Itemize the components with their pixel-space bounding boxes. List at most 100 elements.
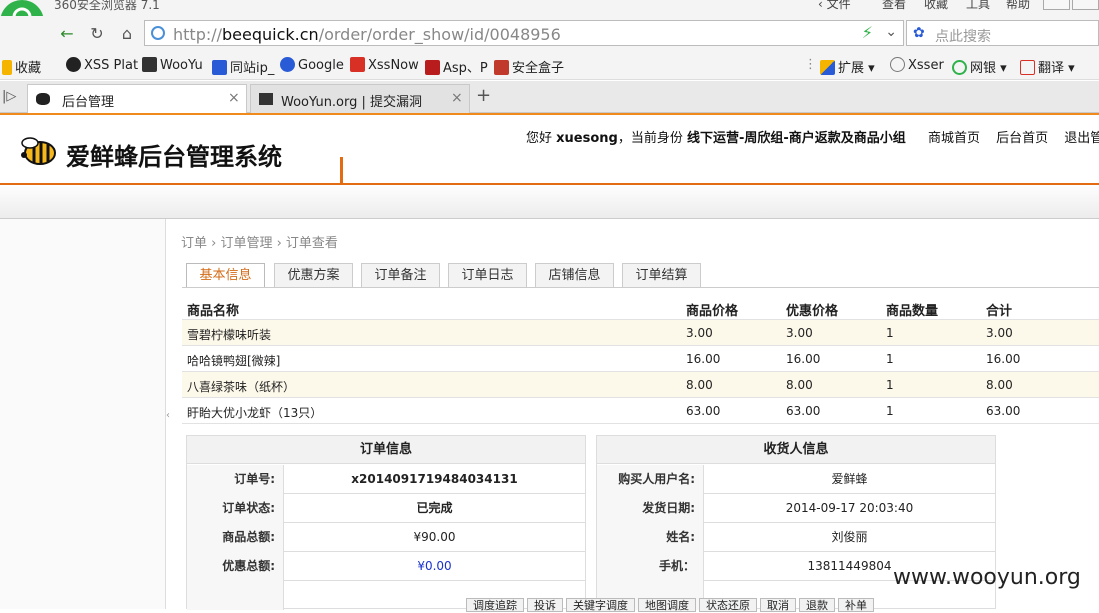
nav-mall-home[interactable]: 商城首页 bbox=[928, 131, 980, 146]
tab-discount-plan[interactable]: 优惠方案 bbox=[274, 263, 353, 287]
bookmark-asp[interactable]: Asp、P bbox=[425, 57, 488, 76]
tab-shop-info[interactable]: 店铺信息 bbox=[535, 263, 614, 287]
xss-icon bbox=[350, 57, 365, 72]
tab-order-notes[interactable]: 订单备注 bbox=[361, 263, 440, 287]
ship-date-label: 发货日期: bbox=[597, 494, 704, 523]
discount-price: 3.00 bbox=[786, 326, 813, 340]
buyer-username-label: 购买人用户名: bbox=[597, 465, 704, 494]
discount-total-label: 优惠总额: bbox=[187, 552, 284, 581]
name-value: 刘俊丽 bbox=[831, 530, 868, 544]
left-sidebar bbox=[0, 219, 166, 609]
info-row: 优惠总额: ¥0.00 bbox=[187, 552, 585, 581]
menu-tools[interactable]: 工具 bbox=[966, 0, 990, 12]
complaint-button[interactable]: 投诉 bbox=[527, 598, 563, 612]
search-placeholder[interactable]: 点此搜索 bbox=[935, 26, 991, 46]
xsser-button[interactable]: Xsser bbox=[890, 57, 944, 73]
tab-order-settlement[interactable]: 订单结算 bbox=[622, 263, 701, 287]
user-role: 线下运营-周欣组-商户返款及商品小组 bbox=[687, 131, 906, 146]
toolbar-divider: ⋮ bbox=[804, 57, 817, 72]
info-row: 订单状态: 已完成 bbox=[187, 494, 585, 523]
refresh-icon[interactable]: ↻ bbox=[86, 24, 108, 44]
bank-button[interactable]: 网银 ▾ bbox=[952, 57, 1007, 76]
bookmarks-bar: 收藏 XSS Plat WooYu 同站ip_ Google XssNow As… bbox=[0, 50, 1099, 80]
product-price: 8.00 bbox=[686, 378, 713, 392]
watermark: www.wooyun.org bbox=[893, 565, 1081, 590]
col-total: 合计 bbox=[986, 304, 1013, 319]
line-total: 8.00 bbox=[986, 378, 1013, 392]
quantity: 1 bbox=[886, 378, 894, 392]
baidu-paw-icon[interactable]: ✿ bbox=[913, 25, 929, 41]
order-info-panel: 订单信息 订单号: x2014091719484034131 订单状态: 已完成 商… bbox=[186, 435, 586, 610]
browser-title: 360安全浏览器 7.1 bbox=[54, 0, 160, 12]
reissue-order-button[interactable]: 补单 bbox=[838, 598, 874, 612]
menu-favorites[interactable]: 收藏 bbox=[924, 0, 948, 12]
nav-admin-home[interactable]: 后台首页 bbox=[996, 131, 1048, 146]
home-icon[interactable]: ⌂ bbox=[116, 24, 138, 44]
shield-icon bbox=[494, 60, 509, 75]
tab-admin-label: 后台管理 bbox=[62, 95, 115, 110]
new-tab-button[interactable]: + bbox=[476, 85, 491, 106]
tab-admin[interactable]: 后台管理 × bbox=[27, 84, 247, 114]
table-row: 哈哈镜鸭翅[微辣] 16.00 16.00 1 16.00 bbox=[182, 346, 1099, 372]
bookmark-wooyun[interactable]: WooYu bbox=[142, 57, 203, 73]
dispatch-track-button[interactable]: 调度追踪 bbox=[466, 598, 524, 612]
phone-label: 手机： bbox=[597, 552, 704, 581]
product-price: 3.00 bbox=[686, 326, 713, 340]
collapse-sidebar-icon[interactable]: ‹ bbox=[166, 410, 172, 432]
cancel-button[interactable]: 取消 bbox=[760, 598, 796, 612]
map-dispatch-button[interactable]: 地图调度 bbox=[638, 598, 696, 612]
menu-file[interactable]: ‹ 文件 bbox=[818, 0, 851, 12]
username: xuesong bbox=[556, 131, 618, 146]
grid-icon bbox=[820, 60, 835, 75]
discount-price: 63.00 bbox=[786, 404, 821, 418]
bookmark-favorites[interactable]: 收藏 bbox=[2, 57, 41, 76]
product-name: 八喜绿茶味（纸杯） bbox=[187, 380, 296, 394]
site-logo-text: 爱鲜蜂后台管理系统 bbox=[66, 143, 282, 171]
product-name: 哈哈镜鸭翅[微辣] bbox=[187, 354, 281, 368]
nav-logout[interactable]: 退出管理 bbox=[1064, 131, 1099, 146]
action-button-row: 调度追踪 投诉 关键字调度 地图调度 状态还原 取消 退款 补单 bbox=[466, 598, 874, 612]
bookmark-google[interactable]: Google bbox=[280, 57, 344, 73]
minimize-button[interactable] bbox=[1043, 0, 1070, 10]
menu-help[interactable]: 帮助 bbox=[1006, 0, 1030, 12]
globe-icon bbox=[151, 26, 165, 40]
close-icon[interactable]: × bbox=[228, 90, 240, 106]
greeting: 您好 bbox=[526, 131, 553, 146]
tab-order-log[interactable]: 订单日志 bbox=[448, 263, 527, 287]
col-product-name: 商品名称 bbox=[187, 304, 240, 319]
lightning-icon[interactable]: ⚡ bbox=[862, 23, 873, 42]
header-divider bbox=[340, 157, 343, 185]
discount-price: 8.00 bbox=[786, 378, 813, 392]
chevron-down-icon[interactable]: ⌄ bbox=[885, 24, 897, 40]
tab-basic-info[interactable]: 基本信息 bbox=[186, 263, 265, 287]
maximize-button[interactable] bbox=[1072, 0, 1099, 10]
address-bar[interactable]: http://beequick.cn/order/order_show/id/0… bbox=[144, 20, 904, 46]
bookmark-same-ip[interactable]: 同站ip_ bbox=[212, 57, 274, 76]
info-row: 姓名: 刘俊丽 bbox=[597, 523, 995, 552]
wooyun-icon bbox=[259, 93, 273, 105]
refund-button[interactable]: 退款 bbox=[799, 598, 835, 612]
line-total: 3.00 bbox=[986, 326, 1013, 340]
menu-view[interactable]: 查看 bbox=[882, 0, 906, 12]
search-box[interactable]: ✿ 点此搜索 bbox=[906, 20, 1099, 46]
quantity: 1 bbox=[886, 326, 894, 340]
tab-wooyun[interactable]: WooYun.org | 提交漏洞 × bbox=[250, 84, 470, 113]
bookmark-xss-plat[interactable]: XSS Plat bbox=[66, 57, 138, 73]
sub-navigation-bar bbox=[0, 187, 1099, 219]
sidebar-toggle-icon[interactable]: |▷ bbox=[2, 89, 16, 104]
url-text[interactable]: http://beequick.cn/order/order_show/id/0… bbox=[173, 25, 561, 44]
tab-wooyun-label: WooYun.org | 提交漏洞 bbox=[281, 95, 423, 110]
bookmark-xssnow[interactable]: XssNow bbox=[350, 57, 419, 73]
star-icon bbox=[2, 60, 12, 75]
window-controls[interactable] bbox=[1041, 0, 1099, 10]
back-arrow-icon[interactable]: ← bbox=[56, 24, 78, 44]
site-header: 爱鲜蜂后台管理系统 您好 xuesong，当前身份 线下运营-周欣组-商户返款及… bbox=[0, 113, 1099, 185]
breadcrumb: 订单 › 订单管理 › 订单查看 bbox=[181, 236, 338, 251]
yen-icon bbox=[952, 60, 967, 75]
bookmark-security-box[interactable]: 安全盒子 bbox=[494, 57, 564, 76]
status-restore-button[interactable]: 状态还原 bbox=[699, 598, 757, 612]
keyword-dispatch-button[interactable]: 关键字调度 bbox=[566, 598, 635, 612]
close-icon[interactable]: × bbox=[451, 90, 463, 106]
extensions-button[interactable]: 扩展 ▾ bbox=[820, 57, 875, 76]
translate-button[interactable]: 翻译 ▾ bbox=[1020, 57, 1075, 76]
